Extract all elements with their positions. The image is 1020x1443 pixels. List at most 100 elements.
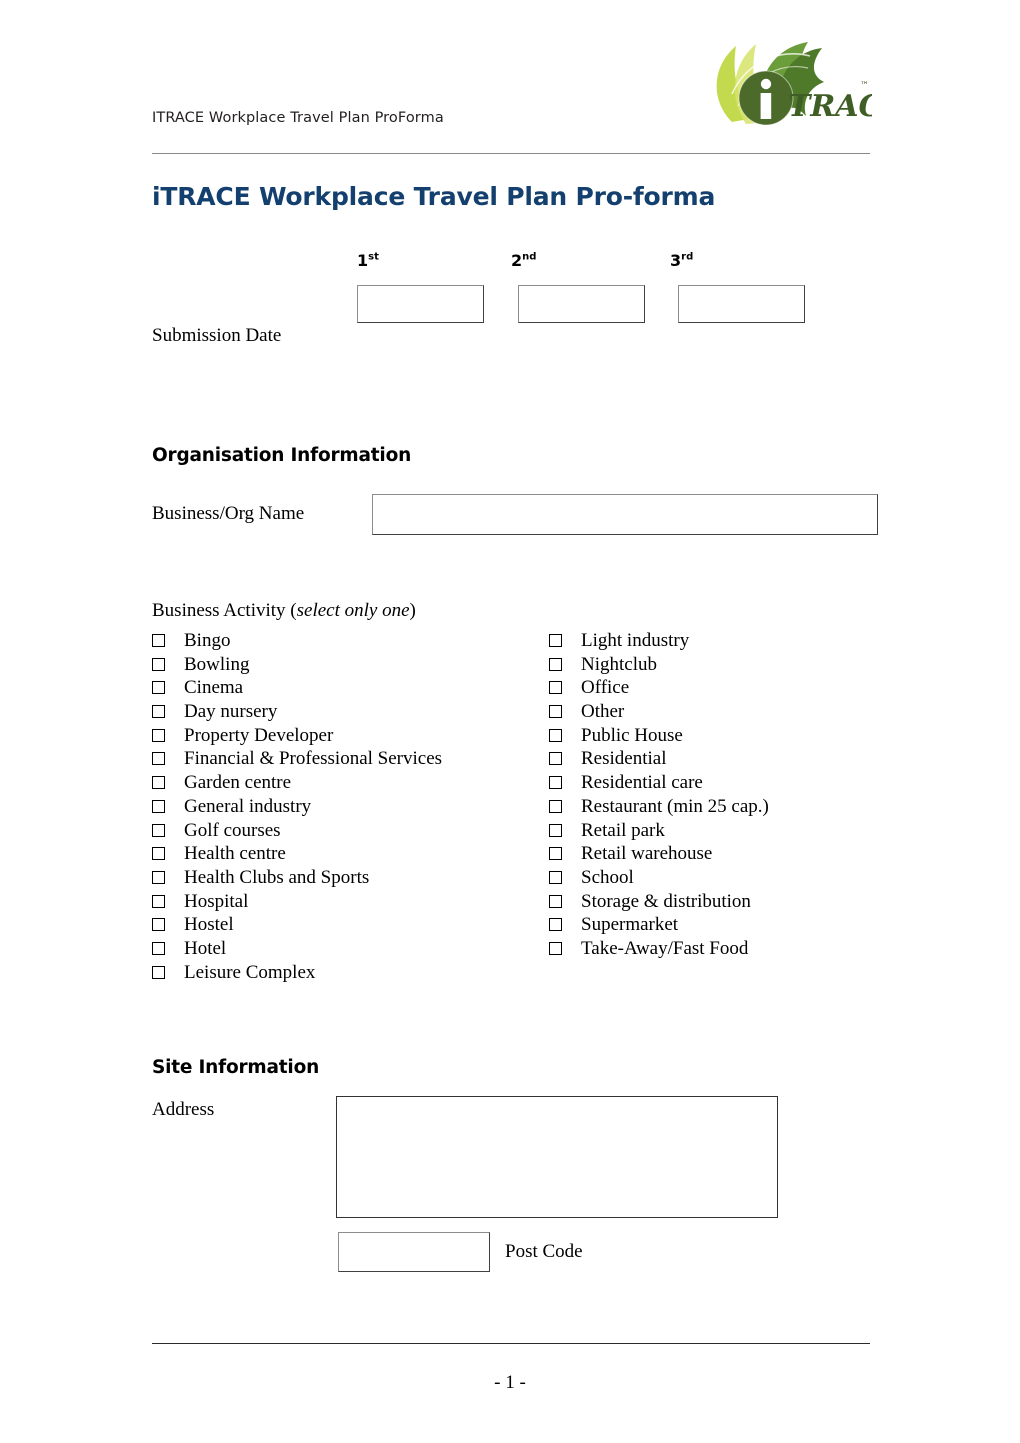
activity-option-row[interactable]: School [549,866,769,890]
itrace-logo-svg: TRACE ™ [716,42,906,126]
postcode-field[interactable] [338,1232,490,1272]
activity-option-row[interactable]: Nightclub [549,653,769,677]
business-activity-label-hint: select only one [296,600,410,621]
checkbox-icon[interactable] [152,776,165,790]
business-activity-label-close: ) [409,600,416,621]
header-divider [152,153,870,154]
checkbox-icon[interactable] [549,752,562,766]
checkbox-icon[interactable] [152,965,165,979]
activity-option-label: Retail warehouse [581,843,713,865]
checkbox-icon[interactable] [549,823,562,837]
activity-option-row[interactable]: Day nursery [152,700,442,724]
activity-option-label: Financial & Professional Services [184,748,443,770]
activity-option-label: Residential care [581,772,703,794]
submission-date-field-second[interactable] [518,285,645,323]
activity-option-label: Cinema [184,677,244,699]
activity-option-row[interactable]: Storage & distribution [549,890,769,914]
activity-option-row[interactable]: Health centre [152,842,442,866]
activity-option-label: Take-Away/Fast Food [581,937,749,959]
ordinal-number-first: 1 [357,251,369,270]
ordinal-number-second: 2 [511,251,523,270]
checkbox-icon[interactable] [152,681,165,695]
ordinal-label-second: 2nd [511,251,536,270]
activity-option-label: Supermarket [581,914,679,936]
business-activity-list-left: Bingo Bowling Cinema Day nursery Property De… [152,629,442,984]
activity-option-row[interactable]: Hotel [152,937,442,961]
activity-option-label: General industry [184,795,312,817]
activity-option-row[interactable]: Office [549,676,769,700]
checkbox-icon[interactable] [152,657,165,671]
activity-option-row[interactable]: Bingo [152,629,442,653]
activity-option-row[interactable]: Restaurant (min 25 cap.) [549,795,769,819]
address-field[interactable] [336,1096,778,1218]
activity-option-row[interactable]: Public House [549,724,769,748]
activity-option-row[interactable]: Hospital [152,890,442,914]
activity-option-row[interactable]: Cinema [152,676,442,700]
activity-option-row[interactable]: Supermarket [549,913,769,937]
checkbox-icon[interactable] [549,918,562,932]
activity-option-label: Bowling [184,653,250,675]
activity-option-label: Light industry [581,630,690,651]
activity-option-row[interactable]: Hostel [152,913,442,937]
address-label: Address [152,1099,215,1120]
checkbox-icon[interactable] [152,894,165,908]
page-number: - 1 - [494,1372,526,1393]
activity-option-label: Hospital [184,890,249,912]
activity-option-label: Hotel [184,937,227,959]
checkbox-icon[interactable] [152,870,165,884]
activity-option-label: Bingo [184,630,231,651]
activity-option-row[interactable]: Health Clubs and Sports [152,866,442,890]
checkbox-icon[interactable] [549,847,562,861]
checkbox-icon[interactable] [549,681,562,695]
activity-option-row[interactable]: Retail warehouse [549,842,769,866]
ordinal-number-third: 3 [670,251,682,270]
activity-option-row[interactable]: Residential [549,747,769,771]
checkbox-icon[interactable] [152,752,165,766]
postcode-label: Post Code [505,1241,583,1262]
checkbox-icon[interactable] [549,799,562,813]
checkbox-icon[interactable] [549,894,562,908]
checkbox-icon[interactable] [152,705,165,719]
section-heading-site: Site Information [152,1057,320,1078]
ordinal-suffix-second: nd [522,251,537,263]
checkbox-icon[interactable] [549,705,562,719]
checkbox-icon[interactable] [152,799,165,813]
activity-option-row[interactable]: Financial & Professional Services [152,747,442,771]
activity-option-row[interactable]: Property Developer [152,724,442,748]
checkbox-icon[interactable] [152,728,165,742]
activity-option-row[interactable]: General industry [152,795,442,819]
footer-divider [152,1343,870,1344]
logo-i-dot [760,78,772,90]
checkbox-icon[interactable] [549,657,562,671]
activity-option-row[interactable]: Garden centre [152,771,442,795]
ordinal-label-third: 3rd [670,251,693,270]
activity-option-row[interactable]: Residential care [549,771,769,795]
activity-option-row[interactable]: Take-Away/Fast Food [549,937,769,961]
activity-option-row[interactable]: Golf courses [152,819,442,843]
checkbox-icon[interactable] [549,728,562,742]
activity-option-label: Office [581,677,630,699]
checkbox-icon[interactable] [152,847,165,861]
business-activity-list-right: Light industry Nightclub Office Other Public… [549,629,769,961]
checkbox-icon[interactable] [549,870,562,884]
activity-option-row[interactable]: Other [549,700,769,724]
checkbox-icon[interactable] [549,941,562,955]
checkbox-icon[interactable] [152,941,165,955]
activity-option-row[interactable]: Leisure Complex [152,961,442,985]
activity-option-label: Hostel [184,914,234,936]
checkbox-icon[interactable] [152,634,165,647]
checkbox-icon[interactable] [549,776,562,790]
activity-option-label: Property Developer [184,724,334,746]
checkbox-icon[interactable] [549,634,562,647]
submission-date-field-first[interactable] [357,285,484,323]
business-name-field[interactable] [372,494,878,535]
logo-trademark-text: ™ [860,81,869,91]
checkbox-icon[interactable] [152,918,165,932]
activity-option-label: Residential [581,748,667,770]
activity-option-row[interactable]: Retail park [549,819,769,843]
checkbox-icon[interactable] [152,823,165,837]
submission-date-field-third[interactable] [678,285,805,323]
document-page: ITRACE Workplace Travel Plan ProForma TR… [0,0,1020,1443]
activity-option-row[interactable]: Bowling [152,653,442,677]
activity-option-row[interactable]: Light industry [549,629,769,653]
